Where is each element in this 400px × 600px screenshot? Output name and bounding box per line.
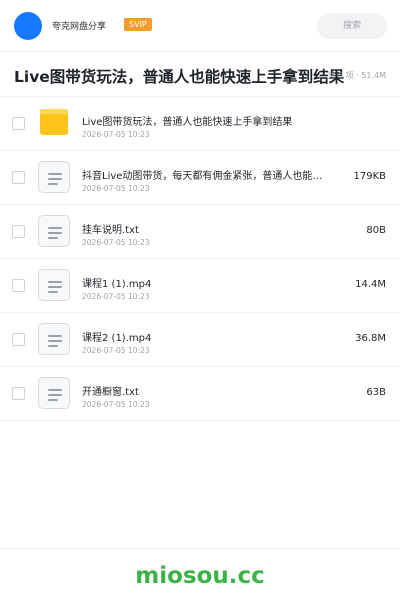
checkbox[interactable] [12,117,25,130]
page-title: Live图带货玩法，普通人也能快速上手拿到结果 [14,68,345,86]
file-icon [38,377,70,409]
file-icon [38,161,70,193]
file-size: 80B [366,225,386,236]
file-size: 36.8M [355,333,386,344]
file-icon [38,323,70,355]
search-input[interactable]: 搜索 [317,13,387,39]
list-item[interactable]: 挂车说明.txt 2026-07-05 10:23 80B [0,205,400,259]
file-name: 抖音Live动图带货，每天都有佣金紧张，普通人也能… [82,171,323,182]
list-item[interactable]: Live图带货玩法，普通人也能快速上手拿到结果 2026-07-05 10:23 [0,97,400,151]
file-name: 挂车说明.txt [82,225,139,236]
checkbox[interactable] [12,333,25,346]
footer: miosou.cc [0,548,400,600]
file-name: 课程1 (1).mp4 [82,279,152,290]
file-list: Live图带货玩法，普通人也能快速上手拿到结果 2026-07-05 10:23… [0,97,400,421]
file-icon [38,215,70,247]
checkbox[interactable] [12,225,25,238]
file-date: 2026-07-05 10:23 [82,292,150,301]
folder-icon [38,107,70,139]
list-item[interactable]: 开通橱窗.txt 2026-07-05 10:23 63B [0,367,400,421]
svip-badge: SVIP [124,18,152,31]
sharer-name: 夸克网盘分享 [52,22,107,32]
file-size: 179KB [353,171,386,182]
file-name: Live图带货玩法，普通人也能快速上手拿到结果 [82,117,293,128]
file-date: 2026-07-05 10:23 [82,400,150,409]
item-count-summary: 共 6 项 · 51.4M [327,71,386,80]
file-name: 课程2 (1).mp4 [82,333,152,344]
file-date: 2026-07-05 10:23 [82,130,150,139]
checkbox[interactable] [12,171,25,184]
watermark: miosou.cc [135,563,265,589]
file-icon [38,269,70,301]
file-size: 63B [366,387,386,398]
list-item[interactable]: 课程2 (1).mp4 2026-07-05 10:23 36.8M [0,313,400,367]
checkbox[interactable] [12,387,25,400]
file-size: 14.4M [355,279,386,290]
file-date: 2026-07-05 10:23 [82,238,150,247]
list-item[interactable]: 课程1 (1).mp4 2026-07-05 10:23 14.4M [0,259,400,313]
avatar[interactable] [14,12,42,40]
share-header: 夸克网盘分享 SVIP 搜索 [0,0,400,52]
share-title-bar: Live图带货玩法，普通人也能快速上手拿到结果 共 6 项 · 51.4M [0,52,400,97]
list-item[interactable]: 抖音Live动图带货，每天都有佣金紧张，普通人也能… 2026-07-05 10… [0,151,400,205]
file-name: 开通橱窗.txt [82,387,139,398]
file-date: 2026-07-05 10:23 [82,184,150,193]
checkbox[interactable] [12,279,25,292]
file-date: 2026-07-05 10:23 [82,346,150,355]
